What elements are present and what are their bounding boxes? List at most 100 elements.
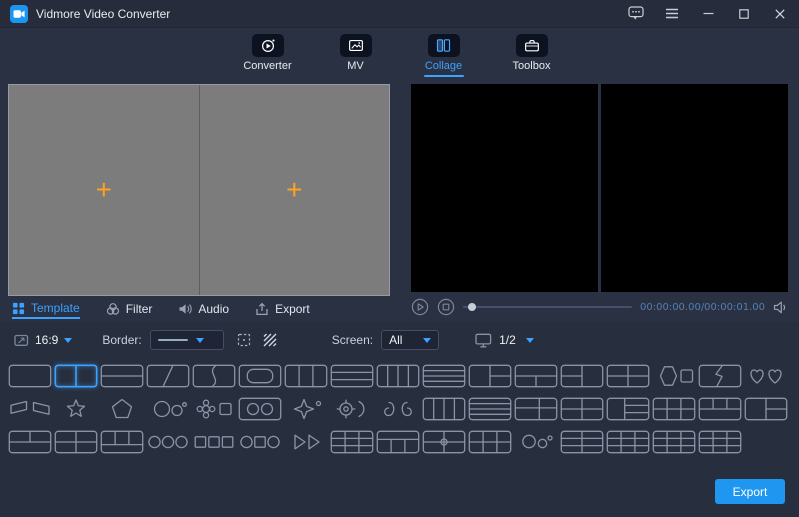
template-thumb-three-top-one-bottom[interactable] [698, 397, 742, 421]
preview-screen-1 [411, 84, 598, 292]
tab-underline [336, 75, 376, 77]
template-thumb-hexagon-square[interactable] [652, 364, 696, 388]
template-thumb-flower-square[interactable] [192, 397, 236, 421]
template-thumb-lightning[interactable] [698, 364, 742, 388]
template-thumb-split-4v[interactable] [376, 364, 420, 388]
border-pattern-button[interactable] [260, 330, 280, 350]
template-row [8, 397, 788, 421]
menu-button[interactable] [663, 5, 681, 23]
speaker-icon [773, 300, 788, 315]
template-thumb-gear-arc[interactable] [330, 397, 374, 421]
template-thumb-grid-2x2[interactable] [606, 364, 650, 388]
screen-select[interactable]: All [381, 330, 439, 350]
template-thumb-grid-2x2[interactable] [560, 397, 604, 421]
template-thumb-circle-square-circle[interactable] [238, 430, 282, 454]
template-thumb-three-squares[interactable] [192, 430, 236, 454]
close-button[interactable] [771, 5, 789, 23]
collage-toolbar: 16:9 Border: Screen: All 1/2 [0, 322, 799, 358]
template-thumb-grid-2x2-offset[interactable] [514, 397, 558, 421]
panel-tab-label: Export [275, 302, 310, 316]
tab-filter[interactable]: Filter [106, 302, 153, 318]
template-thumb-swirls[interactable] [376, 397, 420, 421]
chevron-down-icon [64, 338, 72, 343]
template-grid [8, 364, 788, 454]
template-thumb-one-top-two-bottom[interactable] [514, 364, 558, 388]
tab-underline [248, 75, 288, 77]
menu-icon [665, 8, 679, 19]
play-icon [411, 298, 429, 316]
template-thumb-grid-center-dot[interactable] [422, 430, 466, 454]
collage-slot-2[interactable]: + [199, 85, 390, 295]
template-thumb-split-2v[interactable] [54, 364, 98, 388]
add-media-icon: + [96, 176, 112, 204]
volume-button[interactable] [773, 300, 788, 315]
tab-collage[interactable]: Collage [414, 34, 474, 82]
tab-toolbox[interactable]: Toolbox [502, 34, 562, 82]
seek-track [463, 306, 632, 308]
template-thumb-grid-3x3[interactable] [330, 430, 374, 454]
template-thumb-grid-2x2[interactable] [54, 430, 98, 454]
template-thumb-one-top-grid-bottom[interactable] [376, 430, 420, 454]
template-thumb-bubbles[interactable] [514, 430, 558, 454]
collage-slot-1[interactable]: + [9, 85, 199, 295]
template-thumb-star[interactable] [54, 397, 98, 421]
template-thumb-one-left-two-right[interactable] [744, 397, 788, 421]
template-thumb-ribbons[interactable] [8, 397, 52, 421]
stop-button[interactable] [437, 298, 455, 316]
tab-converter[interactable]: Converter [238, 34, 298, 82]
page-dropdown-icon[interactable] [526, 338, 534, 343]
tab-label: Toolbox [513, 60, 551, 72]
feedback-button[interactable] [627, 5, 645, 23]
template-thumb-split-4h[interactable] [468, 397, 512, 421]
template-thumb-grid-2x3[interactable] [560, 430, 604, 454]
aspect-ratio-select[interactable]: 16:9 [14, 333, 72, 347]
template-thumb-split-4v[interactable] [422, 397, 466, 421]
export-button[interactable]: Export [715, 479, 785, 504]
minimize-icon [703, 8, 714, 19]
tab-mv[interactable]: MV [326, 34, 386, 82]
template-thumb-two-circles[interactable] [146, 397, 190, 421]
playback-controls: 00:00:00.00/00:00:01.00 [411, 296, 788, 318]
template-thumb-single[interactable] [8, 364, 52, 388]
template-thumb-inset-rounded[interactable] [238, 364, 282, 388]
template-thumb-grid-3x3[interactable] [606, 430, 650, 454]
template-thumb-two-arrows[interactable] [284, 430, 328, 454]
border-style-select[interactable] [150, 330, 224, 350]
maximize-button[interactable] [735, 5, 753, 23]
template-thumb-split-diagonal[interactable] [146, 364, 190, 388]
preview-screen-2 [601, 84, 788, 292]
template-thumb-grid-3x2[interactable] [468, 430, 512, 454]
template-thumb-grid-3x3[interactable] [698, 430, 742, 454]
tab-template[interactable]: Template [12, 301, 80, 319]
chevron-down-icon [423, 338, 431, 343]
border-dashed-button[interactable] [234, 330, 254, 350]
seek-slider[interactable] [463, 300, 632, 314]
template-thumb-pentagon[interactable] [100, 397, 144, 421]
border-label: Border: [102, 333, 141, 347]
template-thumb-three-circles[interactable] [146, 430, 190, 454]
template-thumb-one-left-three-right[interactable] [606, 397, 650, 421]
template-thumb-split-3v[interactable] [284, 364, 328, 388]
template-thumb-grid-3x2[interactable] [652, 397, 696, 421]
template-thumb-split-curve[interactable] [192, 364, 236, 388]
template-thumb-split-4h[interactable] [422, 364, 466, 388]
template-thumb-two-left-one-right[interactable] [560, 364, 604, 388]
template-icon [12, 302, 25, 315]
tab-underline [512, 75, 552, 77]
template-thumb-one-left-two-right[interactable] [468, 364, 512, 388]
dashed-border-icon [237, 333, 251, 347]
template-thumb-sparkle[interactable] [284, 397, 328, 421]
seek-knob[interactable] [468, 303, 476, 311]
template-thumb-two-top-one-bottom[interactable] [8, 430, 52, 454]
template-thumb-split-3h[interactable] [330, 364, 374, 388]
template-thumb-grid-3x3[interactable] [652, 430, 696, 454]
play-button[interactable] [411, 298, 429, 316]
template-thumb-split-2h[interactable] [100, 364, 144, 388]
tab-export[interactable]: Export [255, 302, 310, 318]
tab-audio[interactable]: Audio [178, 302, 229, 318]
minimize-button[interactable] [699, 5, 717, 23]
template-thumb-grid-3x1-bottom[interactable] [100, 430, 144, 454]
template-thumb-two-rings[interactable] [238, 397, 282, 421]
template-row [8, 430, 788, 454]
template-thumb-hearts[interactable] [744, 364, 788, 388]
